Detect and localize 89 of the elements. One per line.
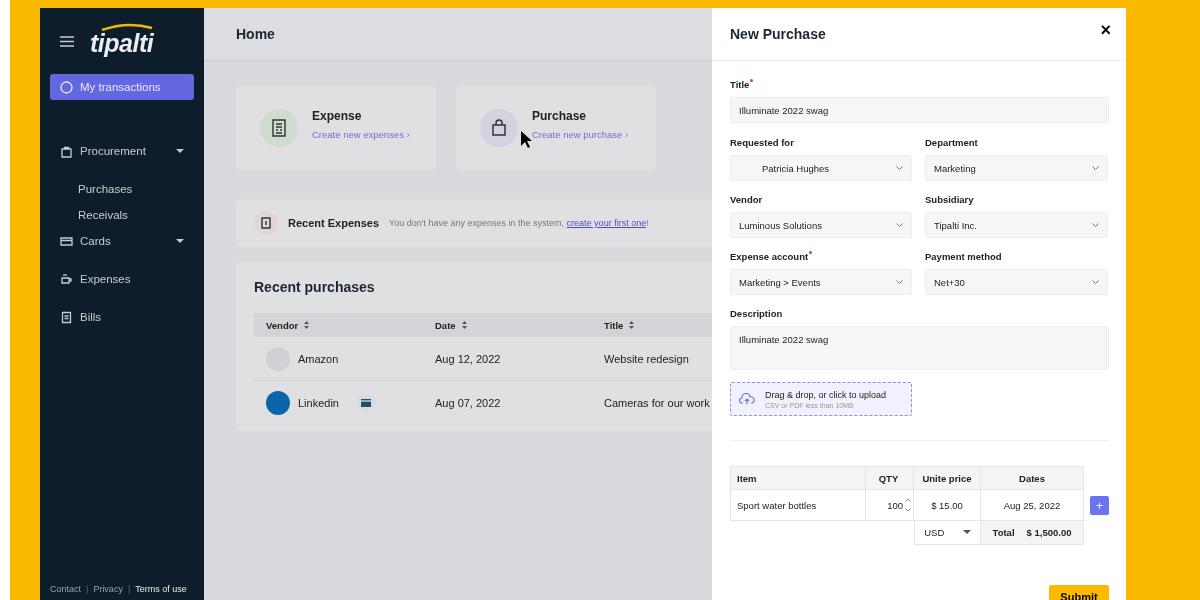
nav-subitem[interactable]: Purchases [50,176,194,202]
nav-item[interactable]: Cards [50,228,194,254]
sort-icon [629,321,635,329]
table-cell: Amazon [298,352,339,365]
nav-icon [60,272,73,286]
nav-item[interactable]: My transactions [50,74,194,100]
caret-icon [176,238,184,244]
table-cell-text: Aug 12, 2022 [435,352,502,365]
close-button[interactable]: × [1100,21,1111,39]
footer-link[interactable]: Terms of use [135,584,187,594]
field-label: Description [730,308,783,320]
nav-icon [60,144,73,158]
required-mark-icon [809,251,813,254]
dropdown-field[interactable]: Marketing [925,155,1108,181]
field-label: Subsidiary [925,194,974,206]
card-title: Expense [312,108,363,123]
column-header: Dates [981,466,1084,490]
separator: | [127,584,131,594]
cursor-icon [521,131,532,148]
footer-link[interactable]: Contact [50,584,82,594]
field-label: Title [730,79,750,91]
chevron-icon [1092,223,1099,227]
field-label: Requested for [730,137,794,149]
field-label: Vendor [730,194,763,206]
panel-title: New Purchase [730,26,826,42]
card-title: Purchase [532,108,588,123]
page-title: Home [236,26,275,42]
action-card[interactable]: Expense Create new expenses › [236,85,436,171]
action-icon [480,109,518,147]
card-icon [357,393,375,412]
field-label: Expense account [730,251,809,263]
add-row-button[interactable]: + [1090,496,1109,515]
nav-icon [60,234,73,248]
dropdown-field[interactable]: Tipalti Inc. [925,212,1108,238]
separator: | [86,584,89,594]
column-header[interactable]: Date [435,319,604,331]
nav-item[interactable]: Expenses [50,266,194,292]
chevron-icon [896,166,903,170]
menu-icon[interactable] [60,35,74,47]
chevron-icon [1092,166,1099,170]
total-value: $ 1,500.00 [1026,527,1072,538]
action-card[interactable]: Purchase Create new purchase › [456,85,656,171]
dropdown-field[interactable]: Net+30 [925,269,1108,295]
chevron-icon [896,280,903,284]
table-cell: Sport water bottles [730,490,866,521]
chevron-icon [896,223,903,227]
currency-dropdown[interactable]: USD [914,521,981,545]
nav-item[interactable]: Bills [50,304,194,330]
description-field[interactable]: Illuminate 2022 swag [730,326,1109,370]
footer-link[interactable]: Privacy [93,584,123,594]
section-title: Recent Expenses [288,217,380,229]
column-header[interactable]: Vendor [266,319,435,331]
nav-subitem[interactable]: Receivals [50,202,194,228]
field-label: Department [925,137,978,149]
logo: tipalti [90,31,154,55]
logo-swoosh-icon [101,23,154,31]
table-cell: Linkedin [298,396,339,409]
action-icon [260,109,298,147]
dropdown-field[interactable]: Luminous Solutions [730,212,912,238]
column-header: Item [730,466,866,490]
nav-icon [60,80,73,94]
total-label: Total [992,527,1015,538]
quantity-field[interactable]: 100 [866,490,914,521]
column-header: QTY [866,466,914,490]
table-cell: $ 15.00 [914,490,981,521]
caret-icon [962,530,971,535]
sort-icon [304,321,310,329]
cloud-upload-icon [739,393,755,405]
dropdown-field[interactable]: Patricia Hughes [730,155,912,181]
column-header[interactable]: Title [604,319,635,331]
chevron-icon [1092,280,1099,284]
stepper-icon[interactable] [905,498,911,512]
empty-message: You don't have any expenses in the system, create your first one! [389,218,649,228]
nav-icon [60,310,73,324]
table-cell: Website redesign [604,352,689,365]
nav-item[interactable]: Procurement [50,138,194,164]
table-cell: Cameras for our work [604,396,710,409]
title-field[interactable]: Illuminate 2022 swag [730,97,1109,123]
sort-icon [461,321,467,329]
receipt-icon [254,211,278,235]
dropdown-field[interactable]: Marketing > Events [730,269,912,295]
table-cell-text: Aug 07, 2022 [435,396,502,409]
required-mark-icon [750,79,754,82]
column-header: Unite price [914,466,981,490]
field-label: Payment method [925,251,1002,263]
section-title: Recent purchases [254,279,376,295]
caret-icon [176,148,184,154]
table-cell: Aug 25, 2022 [981,490,1084,521]
upload-title: Drag & drop, or click to upload [765,389,887,400]
